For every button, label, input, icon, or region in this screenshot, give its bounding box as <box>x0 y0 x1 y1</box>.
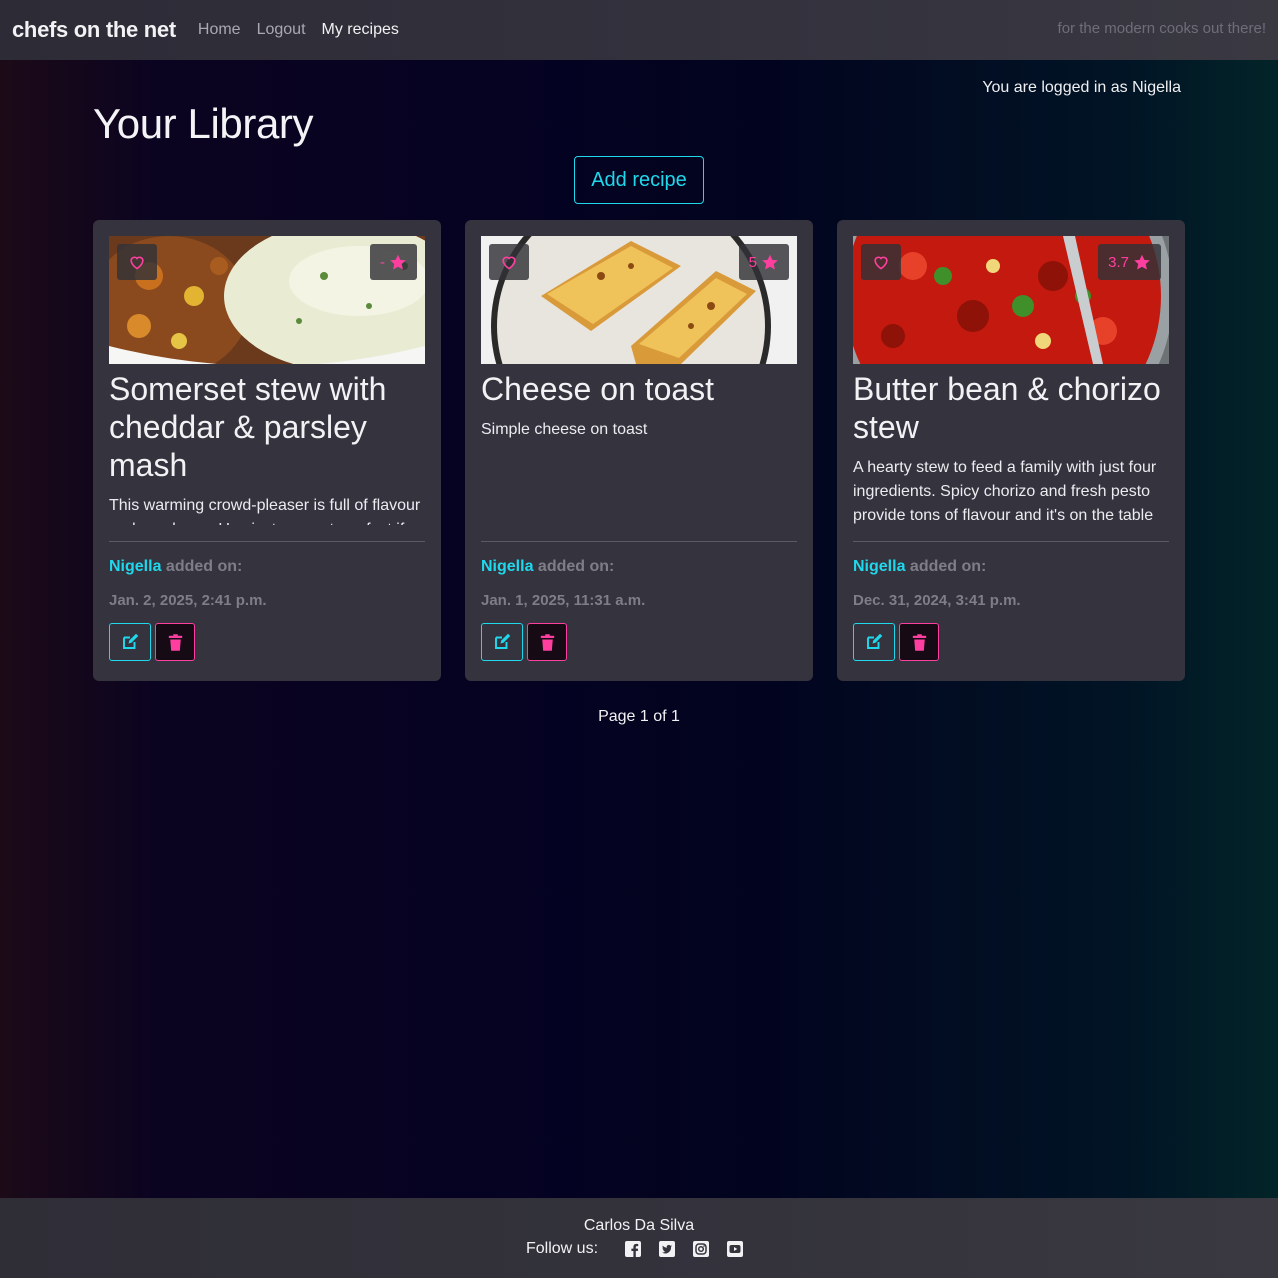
rating-value: 5 <box>748 253 757 271</box>
added-on-label: added on: <box>909 558 987 575</box>
rating-badge: 5 <box>738 244 789 280</box>
edit-icon <box>123 633 139 649</box>
edit-icon <box>867 633 883 649</box>
card-actions <box>853 623 1169 661</box>
trash-icon <box>912 633 926 651</box>
delete-button[interactable] <box>899 623 939 661</box>
delete-button[interactable] <box>527 623 567 661</box>
heart-outline-icon <box>874 256 888 270</box>
delete-button[interactable] <box>155 623 195 661</box>
added-on-label: added on: <box>537 558 615 575</box>
edit-button[interactable] <box>853 623 895 661</box>
navbar: chefs on the net Home Logout My recipes … <box>0 0 1278 60</box>
added-date: Jan. 2, 2025, 2:41 p.m. <box>109 592 267 609</box>
favorite-button[interactable] <box>117 244 157 280</box>
favorite-button[interactable] <box>489 244 529 280</box>
author-name: Nigella <box>109 558 162 575</box>
divider <box>853 541 1169 542</box>
added-on-label: added on: <box>165 558 243 575</box>
card-actions <box>481 623 797 661</box>
heart-outline-icon <box>502 256 516 270</box>
star-icon <box>762 254 778 270</box>
recipe-description: A hearty stew to feed a family with just… <box>853 459 1157 524</box>
added-date: Dec. 31, 2024, 3:41 p.m. <box>853 592 1021 609</box>
author-line: Nigella added on: <box>853 558 1169 576</box>
footer: Carlos Da Silva Follow us: <box>0 1198 1278 1278</box>
heart-outline-icon <box>130 256 144 270</box>
rating-value: - <box>380 253 385 271</box>
rating-badge: - <box>370 244 417 280</box>
added-date: Jan. 1, 2025, 11:31 a.m. <box>481 592 646 609</box>
follow-label: Follow us: <box>525 1240 599 1257</box>
recipe-image[interactable]: 5 <box>481 236 797 364</box>
facebook-icon[interactable] <box>625 1241 642 1257</box>
star-icon <box>390 254 406 270</box>
logged-in-status: You are logged in as Nigella <box>982 79 1181 96</box>
recipe-card: 5 Cheese on toast Simple cheese on toast… <box>465 220 813 681</box>
recipe-card: - Somerset stew with cheddar & parsley m… <box>93 220 441 681</box>
rating-value: 3.7 <box>1108 253 1129 271</box>
star-icon <box>1134 254 1150 270</box>
social-links: Follow us: <box>0 1240 1278 1258</box>
twitter-icon[interactable] <box>659 1241 676 1257</box>
card-body: Cheese on toast Simple cheese on toast <box>481 364 797 525</box>
edit-button[interactable] <box>481 623 523 661</box>
recipe-description: Simple cheese on toast <box>481 421 648 438</box>
rating-badge: 3.7 <box>1098 244 1161 280</box>
divider <box>481 541 797 542</box>
divider <box>109 541 425 542</box>
youtube-icon[interactable] <box>727 1241 744 1257</box>
nav-link-my-recipes[interactable]: My recipes <box>322 21 399 39</box>
brand-logo[interactable]: chefs on the net <box>12 17 176 43</box>
author-name: Nigella <box>481 558 534 575</box>
tagline: for the modern cooks out there! <box>1057 20 1266 37</box>
trash-icon <box>168 633 182 651</box>
author-line: Nigella added on: <box>109 558 425 576</box>
card-body: Somerset stew with cheddar & parsley mas… <box>109 364 425 525</box>
footer-author: Carlos Da Silva <box>583 1217 695 1234</box>
edit-icon <box>495 633 511 649</box>
page-title: Your Library <box>93 100 314 147</box>
pagination-text: Page 1 of 1 <box>598 708 680 725</box>
trash-icon <box>540 633 554 651</box>
instagram-icon[interactable] <box>693 1241 710 1257</box>
nav-link-logout[interactable]: Logout <box>257 21 306 39</box>
recipe-image[interactable]: 3.7 <box>853 236 1169 364</box>
recipe-title[interactable]: Somerset stew with cheddar & parsley mas… <box>109 370 425 484</box>
recipe-image[interactable]: - <box>109 236 425 364</box>
recipe-card: 3.7 Butter bean & chorizo stew A hearty … <box>837 220 1185 681</box>
author-line: Nigella added on: <box>481 558 797 576</box>
favorite-button[interactable] <box>861 244 901 280</box>
nav-link-home[interactable]: Home <box>198 21 241 39</box>
recipe-title[interactable]: Butter bean & chorizo stew <box>853 370 1169 446</box>
edit-button[interactable] <box>109 623 151 661</box>
card-body: Butter bean & chorizo stew A hearty stew… <box>853 364 1169 525</box>
recipe-description: This warming crowd-pleaser is full of fl… <box>109 497 421 525</box>
card-actions <box>109 623 425 661</box>
author-name: Nigella <box>853 558 906 575</box>
recipe-title[interactable]: Cheese on toast <box>481 370 797 408</box>
add-recipe-button[interactable]: Add recipe <box>574 156 704 204</box>
